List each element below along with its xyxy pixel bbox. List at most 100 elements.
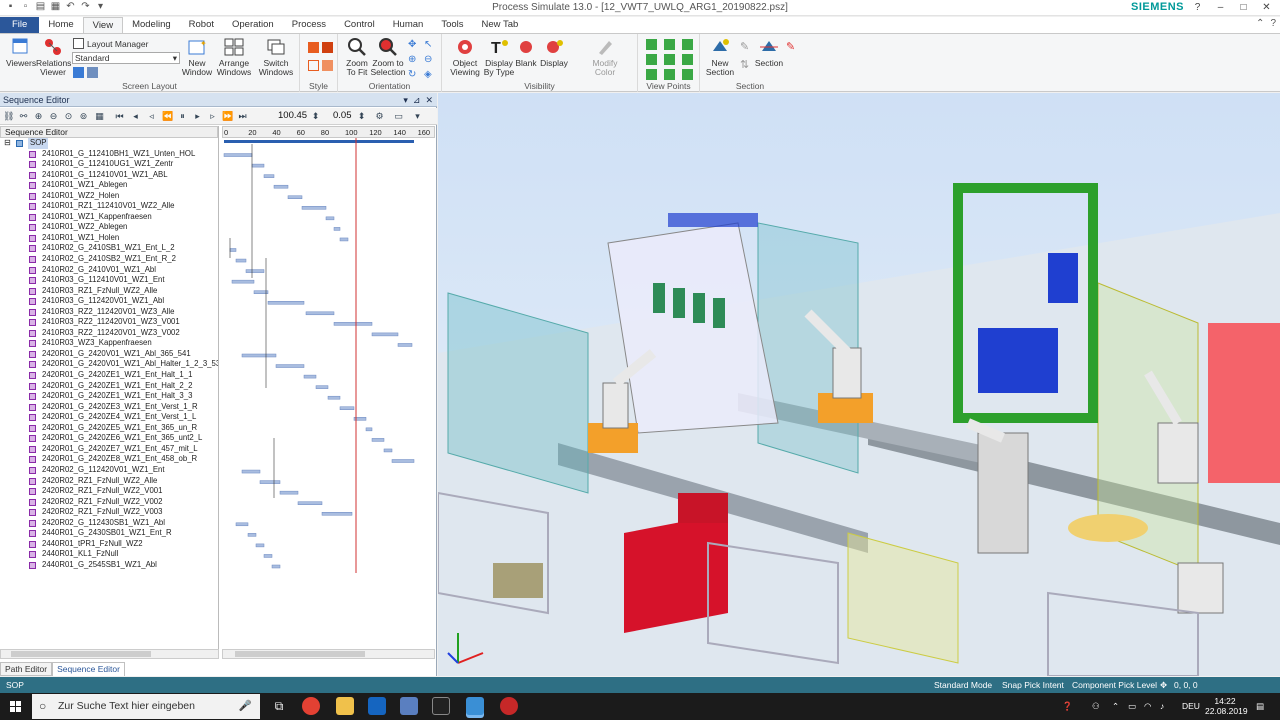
panel-pin-icon[interactable]: ⊿ xyxy=(413,93,421,107)
collapse-icon[interactable]: ⊟ xyxy=(4,138,11,149)
tree-scroll-thumb[interactable] xyxy=(11,651,151,657)
gantt-scrollbar[interactable] xyxy=(222,649,435,659)
gantt-bar[interactable] xyxy=(223,153,253,157)
tree-row-operation[interactable]: 2410R01_WZ2_Ablegen xyxy=(0,222,218,233)
shaded-icon[interactable] xyxy=(308,42,319,53)
gantt-bar[interactable] xyxy=(267,301,305,305)
gantt-bar[interactable] xyxy=(263,174,275,178)
rewind-icon[interactable]: ⏪ xyxy=(162,111,173,122)
tree-row-operation[interactable]: 2410R03_WZ3_Kappenfraesen xyxy=(0,338,218,349)
view-iso-icon[interactable] xyxy=(646,69,657,80)
panel-menu-icon[interactable]: ▾ xyxy=(403,93,408,107)
status-pick-level[interactable]: Component Pick Level xyxy=(1072,680,1157,690)
gantt-bar[interactable] xyxy=(297,501,323,505)
tab-human[interactable]: Human xyxy=(384,17,433,33)
wireframe-shaded-icon[interactable] xyxy=(322,42,333,53)
file-explorer-icon[interactable] xyxy=(336,697,354,715)
zoom-fit-icon[interactable]: ⊙ xyxy=(63,111,74,122)
zoom-out-icon[interactable]: ⊖ xyxy=(48,111,59,122)
gantt-bar[interactable] xyxy=(231,279,255,284)
jump-end-icon[interactable]: ⏭ xyxy=(237,111,248,122)
more-options-icon[interactable]: ▾ xyxy=(412,111,423,122)
current-time-value[interactable]: 100.45 xyxy=(278,110,307,121)
zoom-select-icon[interactable]: ⊚ xyxy=(78,111,89,122)
section-flip-icon[interactable]: ⇅ xyxy=(740,58,751,71)
wifi-icon[interactable]: ◠ xyxy=(1144,693,1151,720)
tab-sequence-editor[interactable]: Sequence Editor xyxy=(52,662,125,676)
microphone-icon[interactable]: 🎤 xyxy=(239,694,252,719)
gantt-bar[interactable] xyxy=(321,512,353,516)
gantt-bar[interactable] xyxy=(263,554,273,558)
gantt-bar[interactable] xyxy=(247,533,257,537)
ribbon-collapse-icon[interactable]: ⌃ xyxy=(1256,18,1264,29)
recorder-icon[interactable] xyxy=(500,697,518,715)
gantt-bar[interactable] xyxy=(327,395,341,400)
play-forward-icon[interactable]: ▸ xyxy=(192,111,203,122)
layout-delete-icon[interactable] xyxy=(87,67,98,78)
tree-row-operation[interactable]: 2420R02_G_112420V01_WZ1_Ent xyxy=(0,465,218,476)
store-icon[interactable] xyxy=(400,697,418,715)
language-indicator[interactable]: DEU xyxy=(1182,693,1200,720)
tree-row-operation[interactable]: 2420R01_G_2420ZE1_WZ1_Ent_Halt_1_1 xyxy=(0,370,218,381)
gantt-bar[interactable] xyxy=(271,564,281,569)
new-section-button[interactable]: New Section xyxy=(702,37,738,77)
viewers-button[interactable]: Viewers xyxy=(6,37,36,68)
gantt-scroll-thumb[interactable] xyxy=(235,651,365,657)
network-icon[interactable]: ▭ xyxy=(1128,693,1136,720)
gantt-bar[interactable] xyxy=(301,206,327,210)
tab-view[interactable]: View xyxy=(82,17,124,33)
view-back-icon[interactable] xyxy=(664,39,675,50)
tab-robot[interactable]: Robot xyxy=(180,17,223,33)
tab-tools[interactable]: Tools xyxy=(432,17,472,33)
view-top-icon[interactable] xyxy=(664,54,675,65)
gantt-bar[interactable] xyxy=(365,427,373,432)
pause-icon[interactable]: ⏸ xyxy=(177,111,188,122)
step-spin-icon[interactable]: ⬍ xyxy=(356,111,367,122)
tree-row-operation[interactable]: 2420R02_RZ1_FzNull_WZ2_Alle xyxy=(0,476,218,487)
tree-row-operation[interactable]: 2410R03_RZ2_112420V01_WZ3_V002 xyxy=(0,328,218,339)
gantt-bar[interactable] xyxy=(245,269,265,273)
gantt-bar[interactable] xyxy=(315,385,329,389)
notifications-icon[interactable]: ▤ xyxy=(1256,693,1264,720)
task-view-icon[interactable]: ⧉ xyxy=(270,697,288,715)
gantt-bar[interactable] xyxy=(303,374,317,379)
tree-row-operation[interactable]: 2410R01_G_112410UG1_WZ1_Zentr xyxy=(0,159,218,170)
tree-row-operation[interactable]: 2410R03_RZ2_112420V01_WZ3_Alle xyxy=(0,307,218,318)
gantt-bar[interactable] xyxy=(391,459,415,463)
minimize-icon[interactable]: – xyxy=(1209,0,1232,16)
display-by-type-button[interactable]: T Display By Type xyxy=(482,37,516,77)
relations-viewer-button[interactable]: Relations Viewer xyxy=(36,37,71,77)
tree-row-operation[interactable]: 2420R01_G_2420V01_WZ1_Abl_Halter_1_2_3_5… xyxy=(0,359,218,370)
tab-process[interactable]: Process xyxy=(283,17,335,33)
gantt-bar[interactable] xyxy=(339,237,349,242)
tree-row-operation[interactable]: 2420R02_RZ1_FzNull_WZ2_V002 xyxy=(0,497,218,508)
object-viewing-button[interactable]: Object Viewing xyxy=(446,37,484,77)
gantt-root-bar[interactable] xyxy=(224,140,414,143)
gantt-bar[interactable] xyxy=(325,216,335,221)
tab-path-editor[interactable]: Path Editor xyxy=(0,662,53,676)
tree-row-operation[interactable]: 2440R01_G_2545SB1_WZ1_Abl xyxy=(0,560,218,571)
gantt-bar[interactable] xyxy=(305,311,335,316)
gantt-bar[interactable] xyxy=(333,227,341,231)
tree-row-operation[interactable]: 2410R01_WZ1_Holen xyxy=(0,233,218,244)
zoom-in-icon[interactable]: ⊕ xyxy=(408,54,419,65)
gantt-bar[interactable] xyxy=(287,195,303,199)
gantt-bar[interactable] xyxy=(229,248,237,252)
unlink-icon[interactable]: ⚯ xyxy=(18,111,29,122)
zoom-in-icon[interactable]: ⊕ xyxy=(33,111,44,122)
switch-windows-button[interactable]: Switch Windows xyxy=(255,37,297,77)
tree-row-operation[interactable]: 2440R01_KL1_FzNull xyxy=(0,549,218,560)
fast-forward-icon[interactable]: ⏩ xyxy=(222,111,233,122)
wireframe-icon[interactable] xyxy=(308,60,319,71)
gantt-bar[interactable] xyxy=(371,332,399,337)
tree-row-operation[interactable]: 2410R02_G_2410V01_WZ1_Abl xyxy=(0,265,218,276)
layout-save-icon[interactable] xyxy=(73,67,84,78)
step-forward-icon[interactable]: ▹ xyxy=(207,111,218,122)
tray-expand-icon[interactable]: ⌃ xyxy=(1112,693,1119,720)
view-bottom-icon[interactable] xyxy=(682,54,693,65)
jump-start-icon[interactable]: ⏮ xyxy=(114,111,125,122)
grid-icon[interactable]: ▦ xyxy=(94,111,105,122)
tree-root[interactable]: ⊟ SOP xyxy=(0,138,218,149)
tree-row-operation[interactable]: 2420R02_RZ1_FzNull_WZ2_V003 xyxy=(0,507,218,518)
settings-icon[interactable]: ⚙ xyxy=(374,111,385,122)
